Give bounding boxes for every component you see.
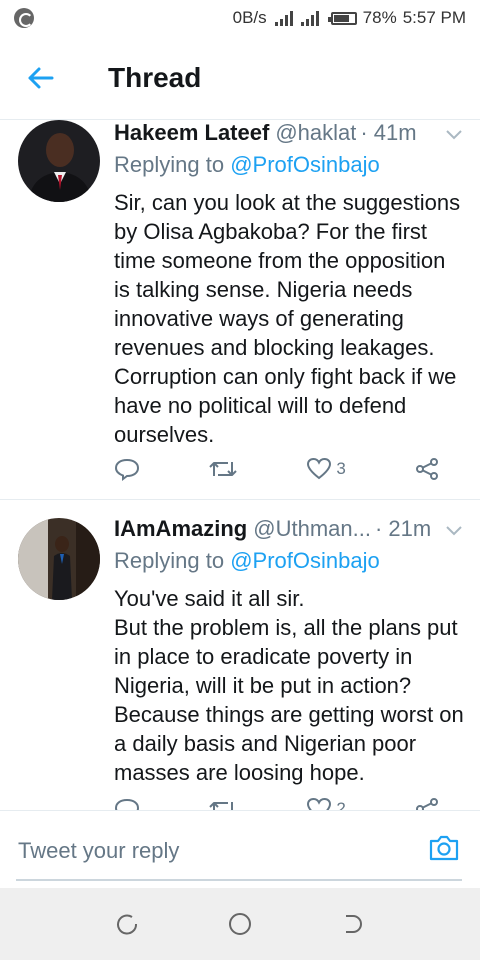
home-button[interactable] [225, 909, 255, 939]
recent-apps-button[interactable] [112, 909, 142, 939]
reply-underline [16, 879, 462, 881]
avatar[interactable] [18, 518, 100, 600]
chevron-down-icon[interactable] [444, 124, 464, 144]
share-button[interactable] [414, 457, 440, 481]
user-name[interactable]: IAmAmazing [114, 516, 247, 542]
replying-prefix: Replying to [114, 152, 231, 177]
recent-apps-icon [116, 914, 137, 935]
tweet-text: You've said it all sir. But the problem … [114, 586, 464, 785]
system-nav-bar [0, 888, 480, 960]
replying-to: Replying to @ProfOsinbajo [114, 548, 464, 578]
page-title: Thread [108, 61, 202, 93]
reply-icon [114, 458, 140, 481]
share-button[interactable] [414, 797, 440, 810]
mention-link[interactable]: @ProfOsinbajo [230, 548, 380, 573]
user-name[interactable]: Hakeem Lateef [114, 120, 269, 146]
back-nav-icon [346, 915, 363, 933]
thread-feed[interactable]: Hakeem Lateef @haklat · 41m Replying to … [0, 120, 480, 810]
like-count: 3 [336, 459, 346, 478]
thread-header: Thread [0, 36, 480, 120]
reply-button[interactable] [114, 797, 140, 810]
user-handle: @Uthman... [253, 516, 371, 541]
reply-button[interactable] [114, 457, 140, 481]
share-icon [415, 798, 438, 810]
camera-icon [429, 835, 459, 861]
battery-icon [327, 11, 357, 25]
signal-icon [300, 10, 319, 26]
replying-prefix: Replying to [114, 548, 231, 573]
retweet-button[interactable] [208, 458, 238, 480]
back-button[interactable] [0, 36, 80, 120]
user-handle: @haklat [275, 120, 357, 145]
back-nav-button[interactable] [338, 909, 368, 939]
tweet-time: · 41m [360, 120, 417, 145]
replying-to: Replying to @ProfOsinbajo [114, 152, 464, 182]
share-icon [415, 458, 438, 480]
tweet-time: · 21m [374, 516, 432, 541]
reply-icon [114, 798, 140, 810]
tweet-actions: 2 [114, 794, 440, 810]
like-button[interactable]: 3 [306, 457, 346, 481]
app-notification-icon [14, 8, 34, 28]
retweet-icon [209, 462, 237, 476]
heart-icon [307, 457, 332, 480]
like-button[interactable]: 2 [306, 797, 346, 810]
signal-icon [274, 10, 293, 26]
mention-link[interactable]: @ProfOsinbajo [230, 152, 380, 177]
reply-bar [0, 810, 480, 888]
chevron-down-icon[interactable] [444, 520, 464, 540]
camera-button[interactable] [428, 833, 460, 865]
reply-input[interactable] [18, 831, 398, 871]
like-count: 2 [336, 799, 346, 810]
arrow-left-icon [28, 67, 54, 88]
battery-level: 78% [362, 8, 397, 27]
tweet-actions: 3 [114, 454, 440, 484]
heart-icon [307, 797, 332, 810]
net-speed: 0B/s [232, 8, 267, 27]
retweet-button[interactable] [208, 798, 238, 810]
tweet-text: Sir, can you look at the suggestions by … [114, 190, 461, 447]
avatar[interactable] [18, 120, 100, 202]
retweet-icon [209, 802, 234, 810]
status-bar: 0B/s 78% 5:57 PM [0, 0, 480, 36]
clock: 5:57 PM [402, 8, 466, 27]
home-icon [228, 913, 251, 935]
tweet[interactable]: IAmAmazing @Uthman... · 21m Replying to … [0, 500, 480, 810]
tweet[interactable]: Hakeem Lateef @haklat · 41m Replying to … [0, 120, 480, 500]
